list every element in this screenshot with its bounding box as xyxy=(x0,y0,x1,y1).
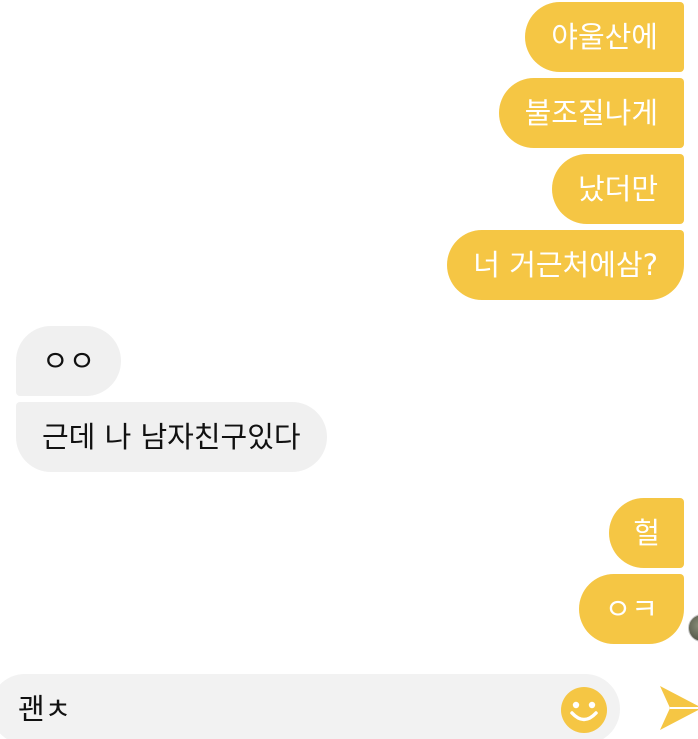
paper-plane-send-icon[interactable] xyxy=(656,682,698,734)
message-input-bar[interactable]: 괜ㅊ xyxy=(0,674,620,739)
message-input[interactable]: 괜ㅊ xyxy=(18,674,71,739)
outgoing-message[interactable]: 났더만 xyxy=(551,154,684,224)
incoming-message[interactable]: ㅇㅇ xyxy=(16,326,122,396)
outgoing-message[interactable]: ㅇㅋ xyxy=(578,574,684,644)
smiley-face-icon[interactable] xyxy=(560,686,608,734)
outgoing-message[interactable]: 헐 xyxy=(609,498,684,568)
read-receipt-avatar xyxy=(688,614,698,642)
outgoing-message[interactable]: 야울산에 xyxy=(525,2,684,72)
outgoing-message[interactable]: 불조질나게 xyxy=(498,78,684,148)
outgoing-message[interactable]: 너 거근처에삼? xyxy=(447,230,684,300)
chat-screen: 야울산에 불조질나게 났더만 너 거근처에삼? ㅇㅇ 근데 나 남자친구있다 헐… xyxy=(0,0,698,739)
incoming-message[interactable]: 근데 나 남자친구있다 xyxy=(16,402,327,472)
